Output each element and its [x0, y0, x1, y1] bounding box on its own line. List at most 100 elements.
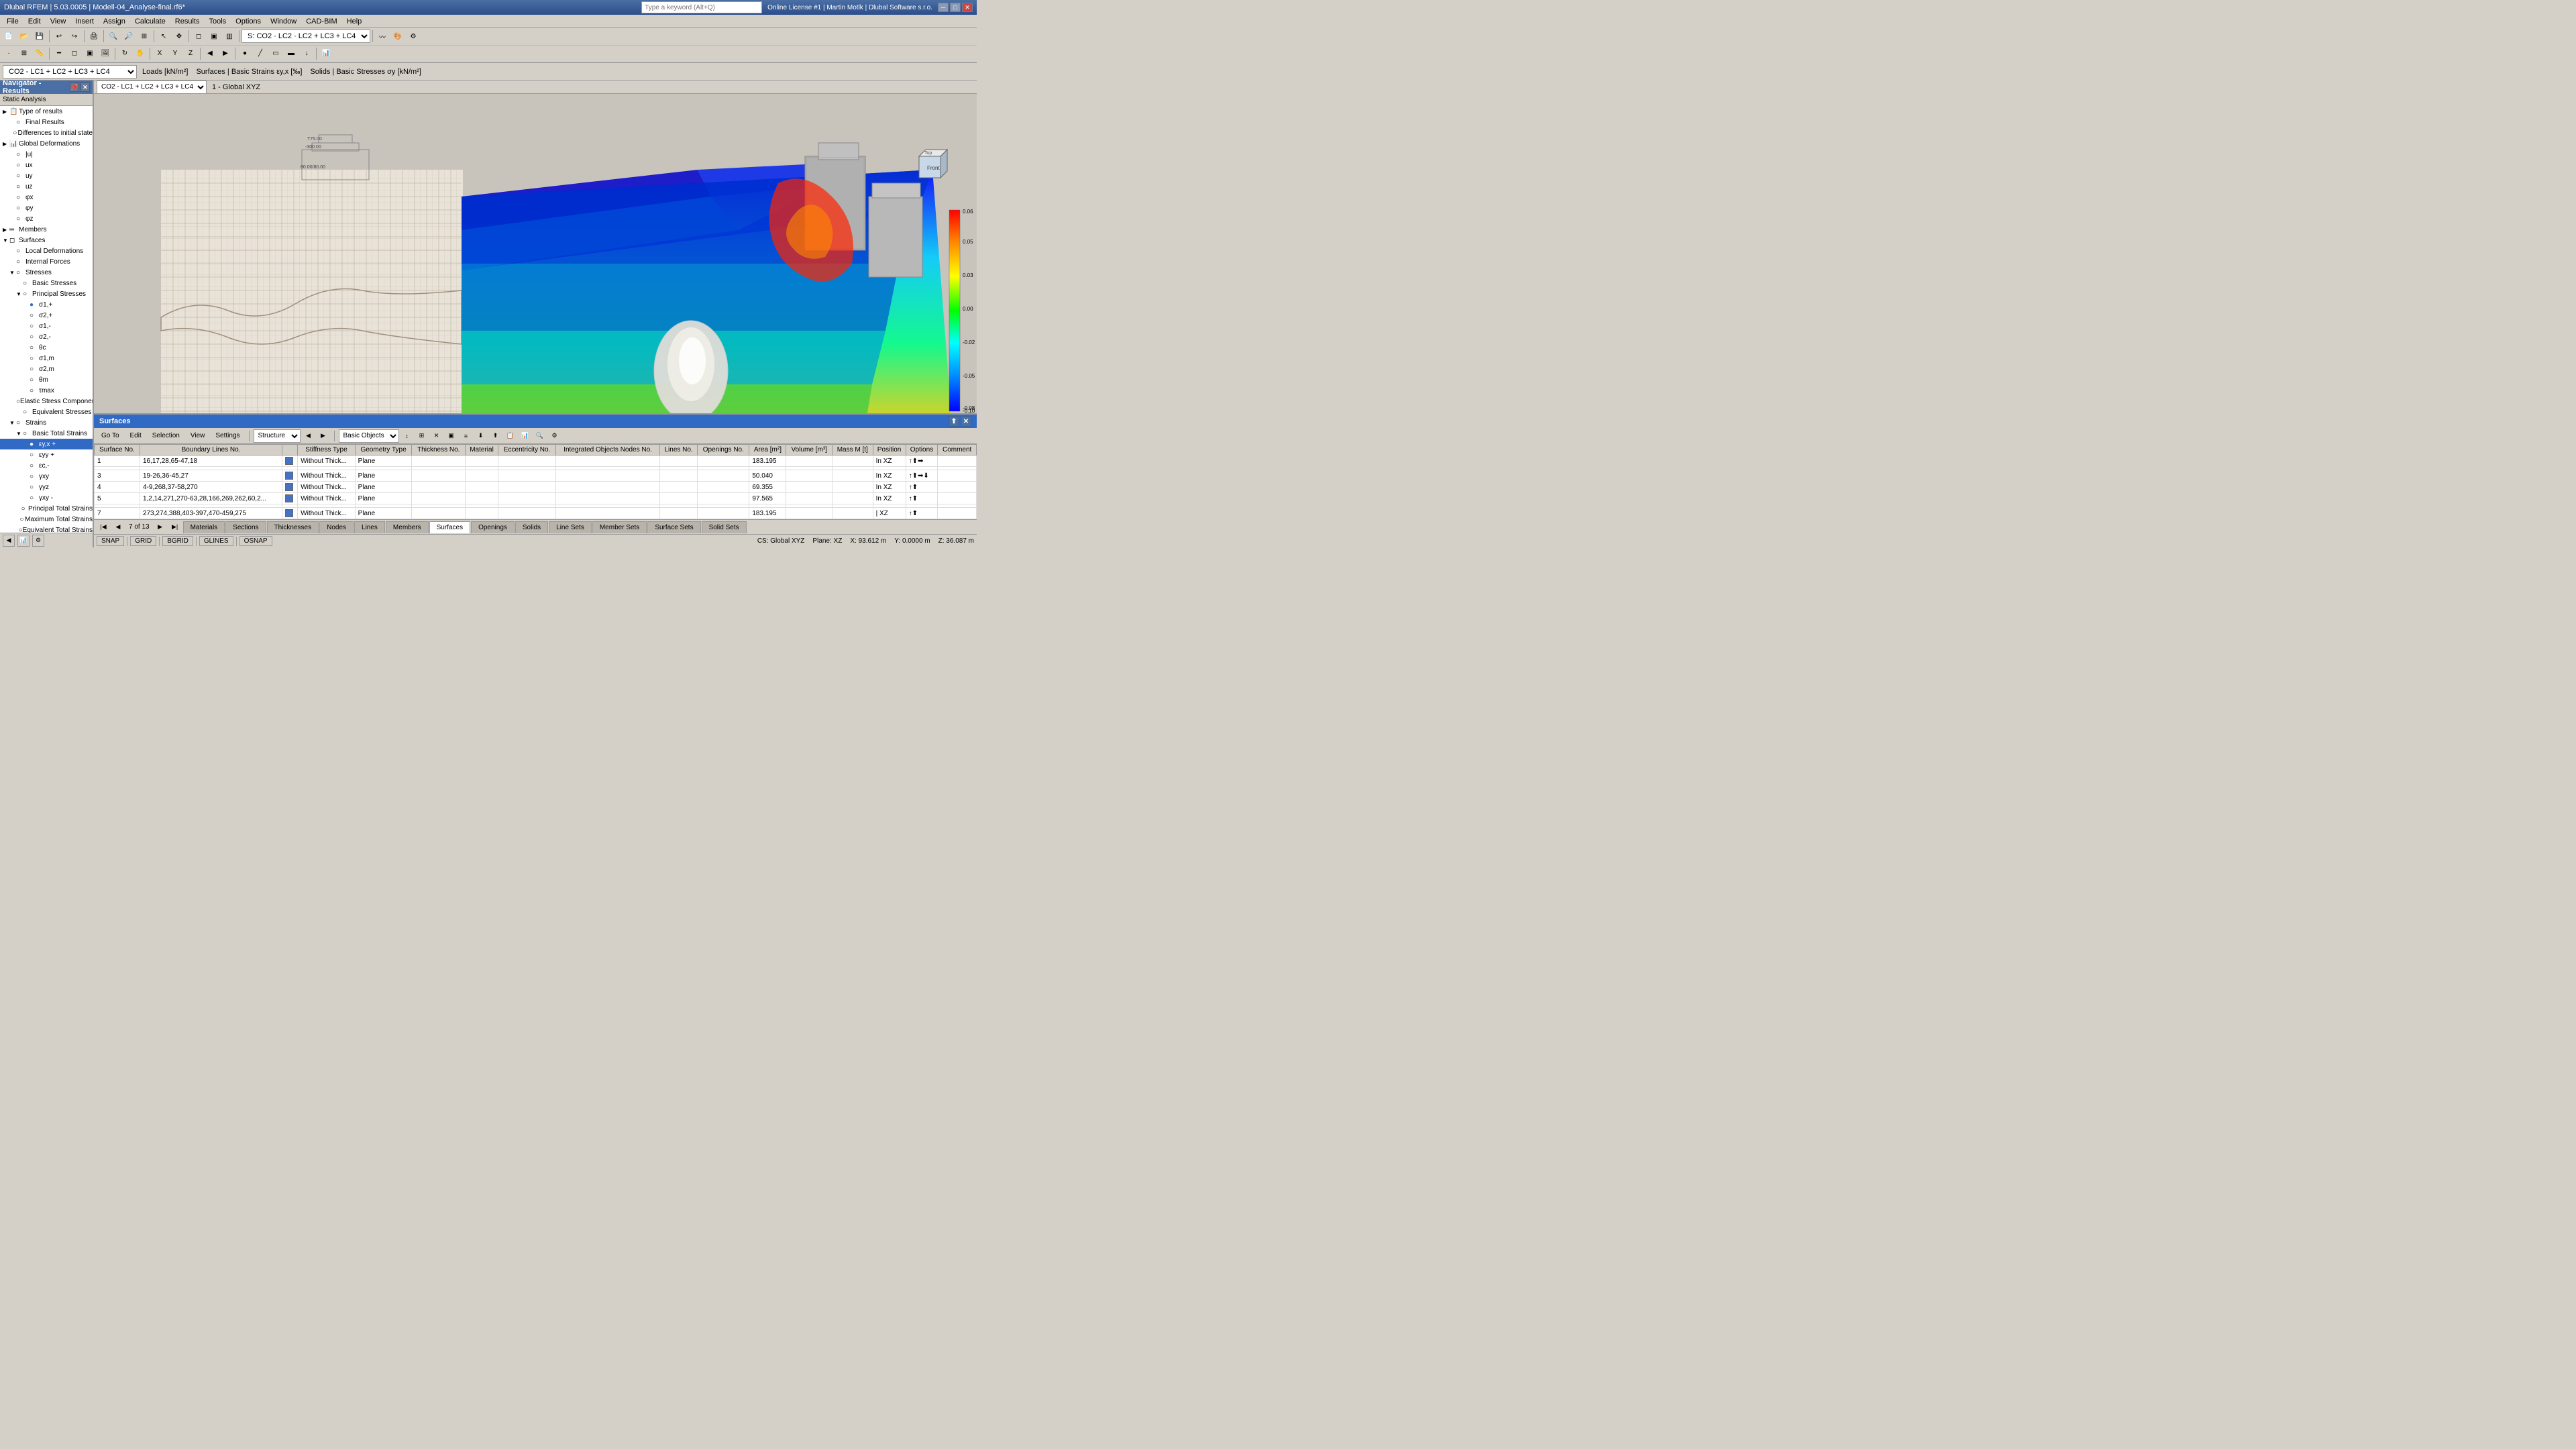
navigator-close[interactable]: ✕ [80, 83, 90, 92]
tb2-show-surfaces[interactable]: ◻ [67, 46, 82, 61]
tree-principal-stresses[interactable]: ▼○Principal Stresses [0, 288, 93, 299]
grid-btn[interactable]: GRID [130, 536, 156, 546]
table-row[interactable]: 7273,274,388,403-397,470-459,275Without … [95, 508, 977, 519]
tree-sigma2plus[interactable]: ○σ2,+ [0, 310, 93, 321]
th-openings-no[interactable]: Openings No. [698, 445, 749, 455]
menu-help[interactable]: Help [343, 16, 366, 27]
th-eccentricity[interactable]: Eccentricity No. [498, 445, 556, 455]
tb2-line[interactable]: ╱ [253, 46, 268, 61]
tb2-grid[interactable]: ⊞ [17, 46, 32, 61]
th-position[interactable]: Position [873, 445, 906, 455]
tree-phix[interactable]: ○φx [0, 192, 93, 203]
selection-btn[interactable]: Selection [148, 430, 184, 441]
tb-icon-3[interactable]: ✕ [430, 429, 443, 443]
tree-uz[interactable]: ○uz [0, 181, 93, 192]
tb-front[interactable]: ▣ [207, 29, 221, 44]
menu-edit[interactable]: Edit [24, 16, 45, 27]
tb-zoom-fit[interactable]: ⊞ [137, 29, 152, 44]
last-page-btn[interactable]: ▶| [168, 521, 182, 534]
th-mass[interactable]: Mass M [t] [833, 445, 873, 455]
th-options[interactable]: Options [906, 445, 938, 455]
basic-objects-combo[interactable]: Basic Objects [339, 429, 399, 443]
tb-zoom-in[interactable]: 🔍 [106, 29, 121, 44]
th-volume[interactable]: Volume [m³] [786, 445, 833, 455]
tb-settings[interactable]: ⚙ [406, 29, 421, 44]
menu-tools[interactable]: Tools [205, 16, 230, 27]
osnap-btn[interactable]: OSNAP [239, 536, 272, 546]
th-int-objects-nodes[interactable]: Integrated Objects Nodes No. [556, 445, 660, 455]
tb2-show-solids[interactable]: ▣ [83, 46, 97, 61]
table-row[interactable]: 319-26,36-45,27Without Thick...Plane50.0… [95, 470, 977, 482]
tb-icon-10[interactable]: 🔍 [533, 429, 547, 443]
tb2-z-view[interactable]: Z [183, 46, 198, 61]
tb2-x-view[interactable]: X [152, 46, 167, 61]
tb-3d-view[interactable]: ◻ [191, 29, 206, 44]
tb2-node[interactable]: ● [237, 46, 252, 61]
panel-close-btn[interactable]: ✕ [961, 416, 971, 427]
maximize-btn[interactable]: □ [950, 3, 961, 12]
tb-open[interactable]: 📂 [17, 29, 32, 44]
tree-type-of-results[interactable]: ▶📋Type of results [0, 106, 93, 117]
tab-lines[interactable]: Lines [354, 521, 385, 533]
tree-phiz[interactable]: ○φz [0, 213, 93, 224]
tree-uy[interactable]: ○uy [0, 170, 93, 181]
th-stiffness[interactable]: Stiffness Type [298, 445, 355, 455]
tree-gammayz[interactable]: ○γyz [0, 482, 93, 492]
tab-openings[interactable]: Openings [471, 521, 515, 533]
menu-options[interactable]: Options [231, 16, 265, 27]
tb-icon-4[interactable]: ▣ [445, 429, 458, 443]
tree-internal-forces[interactable]: ○Internal Forces [0, 256, 93, 267]
results-table-container[interactable]: Surface No. Boundary Lines No. Stiffness… [94, 444, 977, 519]
panel-expand-btn[interactable]: ⬆ [949, 416, 959, 427]
th-thickness[interactable]: Thickness No. [412, 445, 466, 455]
th-surface-no[interactable]: Surface No. [95, 445, 140, 455]
tree-stresses-surf[interactable]: ▼○Stresses [0, 267, 93, 278]
menu-insert[interactable]: Insert [71, 16, 98, 27]
table-row[interactable]: 116,17,28,65-47,18Without Thick...Plane1… [95, 455, 977, 467]
tab-surfaces[interactable]: Surfaces [429, 521, 470, 533]
first-page-btn[interactable]: |◀ [97, 521, 110, 534]
tb2-solid[interactable]: ▬ [284, 46, 299, 61]
tb-new[interactable]: 📄 [1, 29, 16, 44]
tb2-rotate[interactable]: ↻ [117, 46, 132, 61]
tb2-y-view[interactable]: Y [168, 46, 182, 61]
tree-equiv-stresses[interactable]: ○Equivalent Stresses [0, 407, 93, 417]
tb2-show-members[interactable]: ━ [52, 46, 66, 61]
tree-strains-surf[interactable]: ▼○Strains [0, 417, 93, 428]
tb-back[interactable]: ▥ [222, 29, 237, 44]
tree-final-results[interactable]: ○Final Results [0, 117, 93, 127]
tb-print[interactable]: 🖨 [87, 29, 101, 44]
tree-sigma1plus[interactable]: ●σ1,+ [0, 299, 93, 310]
tree-sigma2m[interactable]: ○σ2,m [0, 364, 93, 374]
settings-btn[interactable]: Settings [211, 430, 244, 441]
th-area[interactable]: Area [m²] [749, 445, 786, 455]
tb2-surface[interactable]: ▭ [268, 46, 283, 61]
tree-global-deformations[interactable]: ▶📊Global Deformations [0, 138, 93, 149]
menu-view[interactable]: View [46, 16, 70, 27]
prev-page-btn-2[interactable]: ◀ [111, 521, 125, 534]
tab-line-sets[interactable]: Line Sets [549, 521, 592, 533]
tb-icon-7[interactable]: ⬆ [489, 429, 502, 443]
tab-surface-sets[interactable]: Surface Sets [647, 521, 700, 533]
tree-elastic-stress[interactable]: ○Elastic Stress Components [0, 396, 93, 407]
tree-epsilonyy-plus[interactable]: ○εyy + [0, 449, 93, 460]
snap-btn[interactable]: SNAP [97, 536, 124, 546]
tb2-render[interactable]: 🖼 [98, 46, 113, 61]
tree-phiy[interactable]: ○φy [0, 203, 93, 213]
tb-icon-6[interactable]: ⬇ [474, 429, 488, 443]
tree-local-deformations[interactable]: ○Local Deformations [0, 246, 93, 256]
load-case-combo[interactable]: CO2 - LC1 + LC2 + LC3 + LC4 [3, 65, 137, 78]
tab-solid-sets[interactable]: Solid Sets [702, 521, 747, 533]
navigator-pin[interactable]: 📌 [70, 83, 79, 92]
next-page-btn-2[interactable]: ▶ [154, 521, 167, 534]
tb2-prev[interactable]: ◀ [203, 46, 217, 61]
tree-sigma2minus[interactable]: ○σ2,- [0, 331, 93, 342]
tb2-next[interactable]: ▶ [218, 46, 233, 61]
tb-move[interactable]: ✥ [172, 29, 186, 44]
next-page-btn[interactable]: ▶ [317, 429, 330, 443]
tb2-pan[interactable]: ✋ [133, 46, 148, 61]
tree-basic-total-strains[interactable]: ▼○Basic Total Strains [0, 428, 93, 439]
tb2-load[interactable]: ↓ [299, 46, 314, 61]
tb-icon-8[interactable]: 📋 [504, 429, 517, 443]
cs-combo[interactable]: S: CO2 · LC2 · LC2 + LC3 + LC4 [241, 30, 370, 43]
